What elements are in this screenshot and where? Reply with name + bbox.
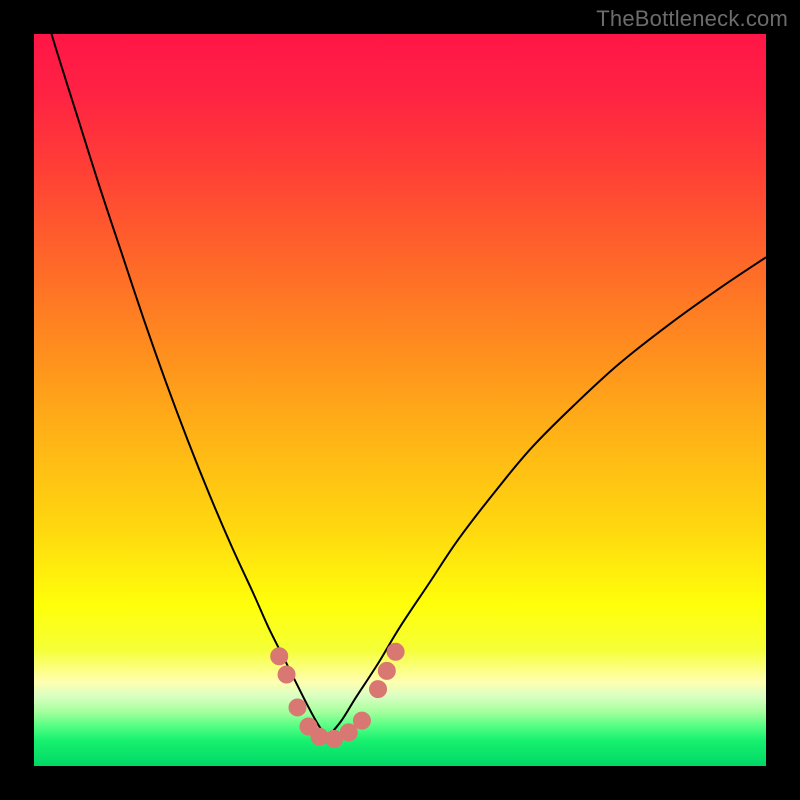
marker-dot [278, 666, 295, 683]
marker-dot [271, 648, 288, 665]
watermark-text: TheBottleneck.com [596, 6, 788, 32]
chart-canvas [34, 34, 766, 766]
chart-frame: TheBottleneck.com [0, 0, 800, 800]
marker-dot [378, 662, 395, 679]
plot-area [34, 34, 766, 766]
marker-dot [387, 643, 404, 660]
marker-dot [289, 699, 306, 716]
marker-dot [353, 712, 370, 729]
marker-dot [340, 724, 357, 741]
marker-dot [370, 681, 387, 698]
